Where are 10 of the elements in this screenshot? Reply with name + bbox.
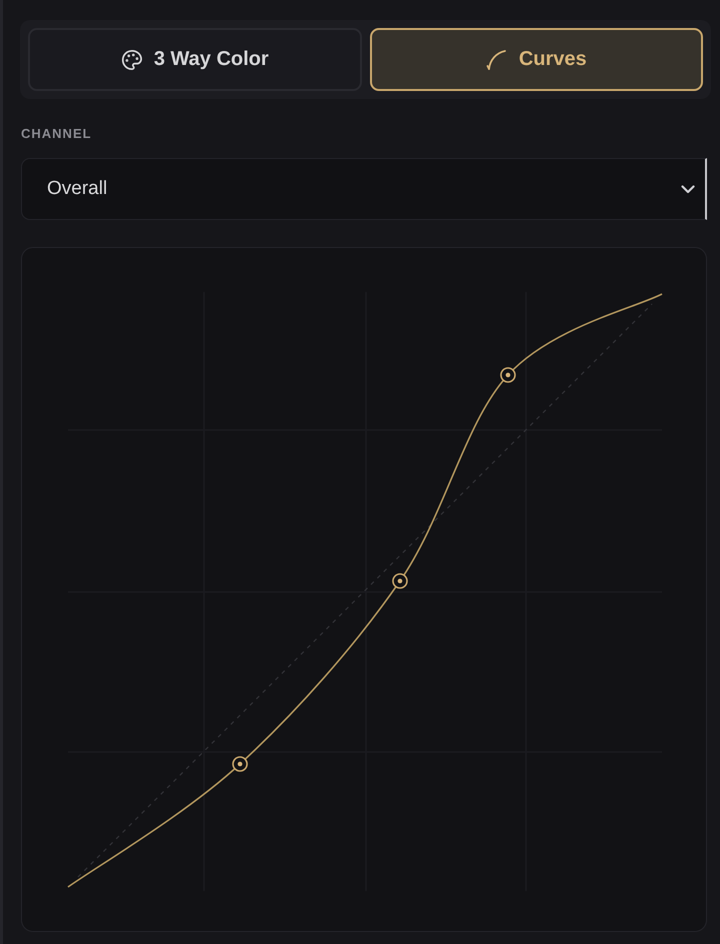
curve-point-handle[interactable] bbox=[232, 756, 248, 772]
curve-point-handle[interactable] bbox=[392, 573, 408, 589]
chevron-down-icon bbox=[681, 184, 695, 194]
channel-label: CHANNEL bbox=[21, 125, 93, 143]
curve-icon bbox=[486, 48, 508, 70]
palette-icon bbox=[120, 48, 143, 70]
tab[interactable]: Curves bbox=[370, 28, 703, 91]
channel-select[interactable]: Overall bbox=[21, 158, 707, 220]
tab[interactable]: 3 Way Color bbox=[28, 28, 362, 91]
curve-point-handle[interactable] bbox=[500, 367, 516, 383]
